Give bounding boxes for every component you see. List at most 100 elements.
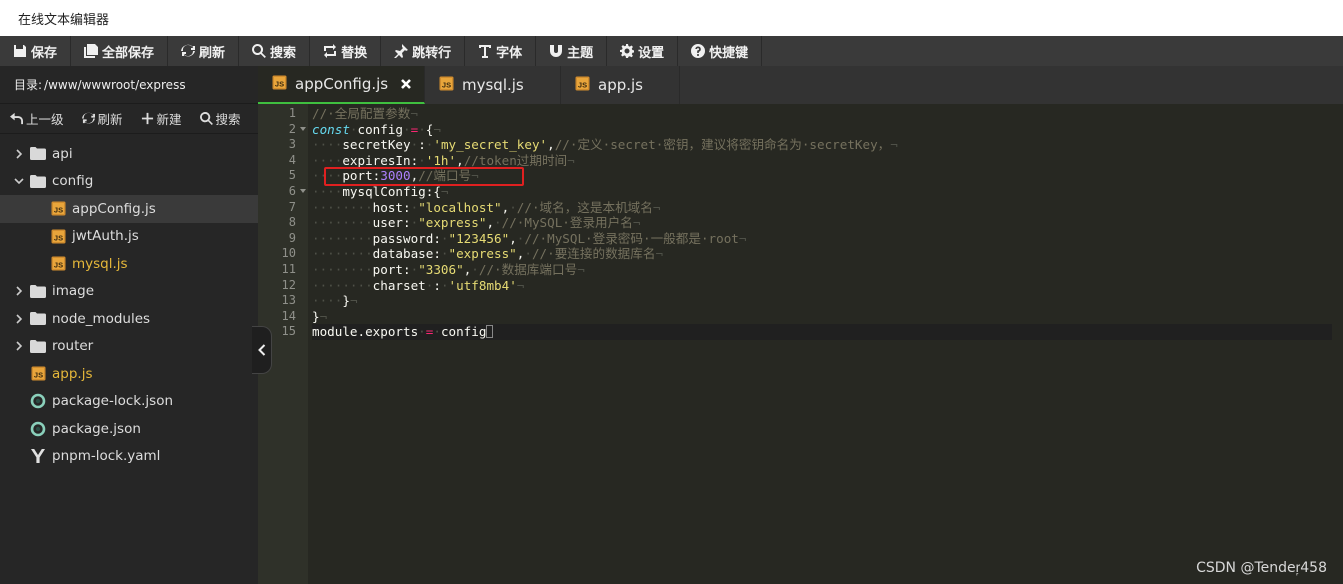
- code-line[interactable]: const·config·=·{¬: [312, 122, 1332, 138]
- code-token: const: [312, 121, 350, 137]
- code-token: secretKey: [342, 137, 411, 153]
- code-line[interactable]: ········user:·"express",·//·MySQL·登录用户名¬: [312, 215, 1332, 231]
- code-editor[interactable]: 1 2 3 4 5 6 7 8 9 10 11 12 13 14 15 //·全局配置参数¬ const·co…: [258, 104, 1343, 584]
- up-level-icon: [10, 112, 26, 125]
- tree-file[interactable]: pnpm-lock.yaml: [0, 443, 258, 471]
- chevron-right-icon: [10, 149, 28, 159]
- code-token: charset: [372, 277, 426, 293]
- toolbar-button-save-all[interactable]: 全部保存: [71, 36, 169, 66]
- sidebar-action-label: 刷新: [97, 112, 123, 127]
- sidebar-action-label: 新建: [156, 112, 182, 127]
- js-file-icon: JS: [575, 76, 590, 90]
- tree-file[interactable]: package.json: [0, 415, 258, 443]
- window-title: 在线文本编辑器: [18, 13, 110, 28]
- code-line[interactable]: ····mysqlConfig:{¬: [312, 184, 1332, 200]
- code-token: ····: [312, 293, 343, 309]
- tree-file[interactable]: JS app.js: [0, 360, 258, 388]
- code-line[interactable]: ····secretKey·:·'my_secret_key',//·定义·se…: [312, 137, 1332, 153]
- sidebar-action-plus[interactable]: 新建: [141, 109, 182, 128]
- directory-path-value: /www/wwwroot/express: [44, 77, 186, 92]
- code-token: ,: [456, 152, 464, 168]
- editor-tab[interactable]: JS mysql.js: [425, 66, 561, 104]
- code-token: ·: [440, 230, 449, 246]
- toolbar-button-refresh[interactable]: 刷新: [168, 36, 240, 66]
- code-token: mysqlConfig:{: [342, 183, 441, 199]
- code-token: "123456": [448, 230, 510, 246]
- code-token: ········: [312, 246, 373, 262]
- code-line[interactable]: ········database:·"express",·//·要连接的数据库名…: [312, 246, 1332, 262]
- code-line[interactable]: //·全局配置参数¬: [312, 106, 1332, 122]
- line-number: 5: [288, 168, 296, 183]
- toolbar-button-gear[interactable]: 设置: [607, 36, 679, 66]
- toolbar-button-search[interactable]: 搜索: [239, 36, 311, 66]
- code-token: 'utf8mb4': [448, 277, 517, 293]
- sidebar-action-up-level[interactable]: 上一级: [10, 109, 64, 128]
- code-token: "localhost": [418, 199, 502, 215]
- code-token: ·: [509, 199, 517, 215]
- toolbar-button-question[interactable]: 快捷键: [678, 36, 763, 66]
- tree-item-label: mysql.js: [72, 255, 128, 272]
- code-token: ·: [494, 215, 502, 231]
- code-content[interactable]: //·全局配置参数¬ const·config·=·{¬ ····secretKey…: [312, 104, 1332, 340]
- tree-file[interactable]: JS jwtAuth.js: [0, 223, 258, 251]
- code-line[interactable]: ········charset·:·'utf8mb4'¬: [312, 278, 1332, 294]
- editor-tabs: JS appConfig.js JS mysql.js JS app.js: [258, 66, 1343, 104]
- code-line[interactable]: ····expiresIn:·'1h',//token过期时间¬: [312, 153, 1332, 169]
- toolbar-button-theme[interactable]: 主题: [536, 36, 608, 66]
- fold-toggle-icon[interactable]: [300, 189, 306, 193]
- svg-text:JS: JS: [53, 206, 62, 215]
- toolbar-button-label: 全部保存: [102, 45, 155, 61]
- code-token: ¬: [319, 308, 328, 324]
- toolbar-button-label: 设置: [638, 45, 665, 61]
- code-line[interactable]: ····}¬: [312, 293, 1332, 309]
- sidebar-action-label: 上一级: [26, 112, 64, 127]
- editor-tab[interactable]: JS app.js: [561, 66, 680, 104]
- json-file-icon: [30, 421, 46, 437]
- tree-folder[interactable]: api: [0, 140, 258, 168]
- code-line[interactable]: module.exports·=·config: [312, 324, 1332, 340]
- code-line[interactable]: ········port:·"3306",·//·数据库端口号¬: [312, 262, 1332, 278]
- tree-folder[interactable]: node_modules: [0, 305, 258, 333]
- code-line[interactable]: ········host:·"localhost",·//·域名，这是本机域名¬: [312, 200, 1332, 216]
- file-tree: api config JS appConfig.js JS jwtAuth.js JS mys…: [0, 134, 258, 470]
- tree-folder[interactable]: router: [0, 333, 258, 361]
- editor-tab[interactable]: JS appConfig.js: [258, 66, 425, 104]
- line-number: 7: [288, 199, 296, 214]
- toolbar-button-replace[interactable]: 替换: [310, 36, 382, 66]
- toolbar-button-save[interactable]: 保存: [0, 36, 72, 66]
- plus-icon: [141, 112, 157, 125]
- code-token: '1h': [425, 152, 457, 168]
- close-icon[interactable]: [400, 78, 412, 90]
- sidebar-action-search[interactable]: 搜索: [199, 109, 241, 128]
- code-token: //·要连接的数据库名: [531, 246, 656, 262]
- tree-file[interactable]: package-lock.json: [0, 388, 258, 416]
- collapse-sidebar-button[interactable]: [252, 326, 272, 374]
- chevron-down-icon: [10, 176, 28, 186]
- directory-path-label: 目录:: [14, 78, 43, 92]
- fold-toggle-icon[interactable]: [300, 126, 306, 131]
- search-icon: [199, 112, 216, 125]
- code-token: config: [357, 121, 404, 137]
- tree-file[interactable]: JS appConfig.js: [0, 195, 258, 223]
- toolbar-button-goto[interactable]: 跳转行: [381, 36, 466, 66]
- code-token: "express": [418, 215, 487, 231]
- toolbar-button-font[interactable]: 字体: [465, 36, 537, 66]
- line-number: 13: [281, 293, 296, 308]
- code-token: ····: [312, 137, 343, 153]
- line-number: 6: [258, 184, 308, 200]
- tree-folder[interactable]: config: [0, 168, 258, 196]
- code-line[interactable]: }¬: [312, 309, 1332, 325]
- tree-file[interactable]: JS mysql.js: [0, 250, 258, 278]
- code-token: //·全局配置参数: [312, 106, 411, 121]
- code-token: ,: [509, 230, 517, 246]
- sidebar-action-refresh[interactable]: 刷新: [81, 109, 123, 128]
- code-line[interactable]: ········password:·"123456",·//·MySQL·登录密…: [312, 231, 1332, 247]
- folder-icon: [30, 147, 46, 161]
- code-token: "3306": [418, 261, 464, 277]
- code-token: //·数据库端口号: [478, 261, 578, 277]
- code-line[interactable]: ····port:3000,//端口号¬: [312, 168, 1332, 184]
- code-token: ¬: [567, 152, 575, 168]
- tree-folder[interactable]: image: [0, 278, 258, 306]
- code-token: //·MySQL·登录用户名: [501, 215, 633, 231]
- svg-text:JS: JS: [53, 261, 62, 270]
